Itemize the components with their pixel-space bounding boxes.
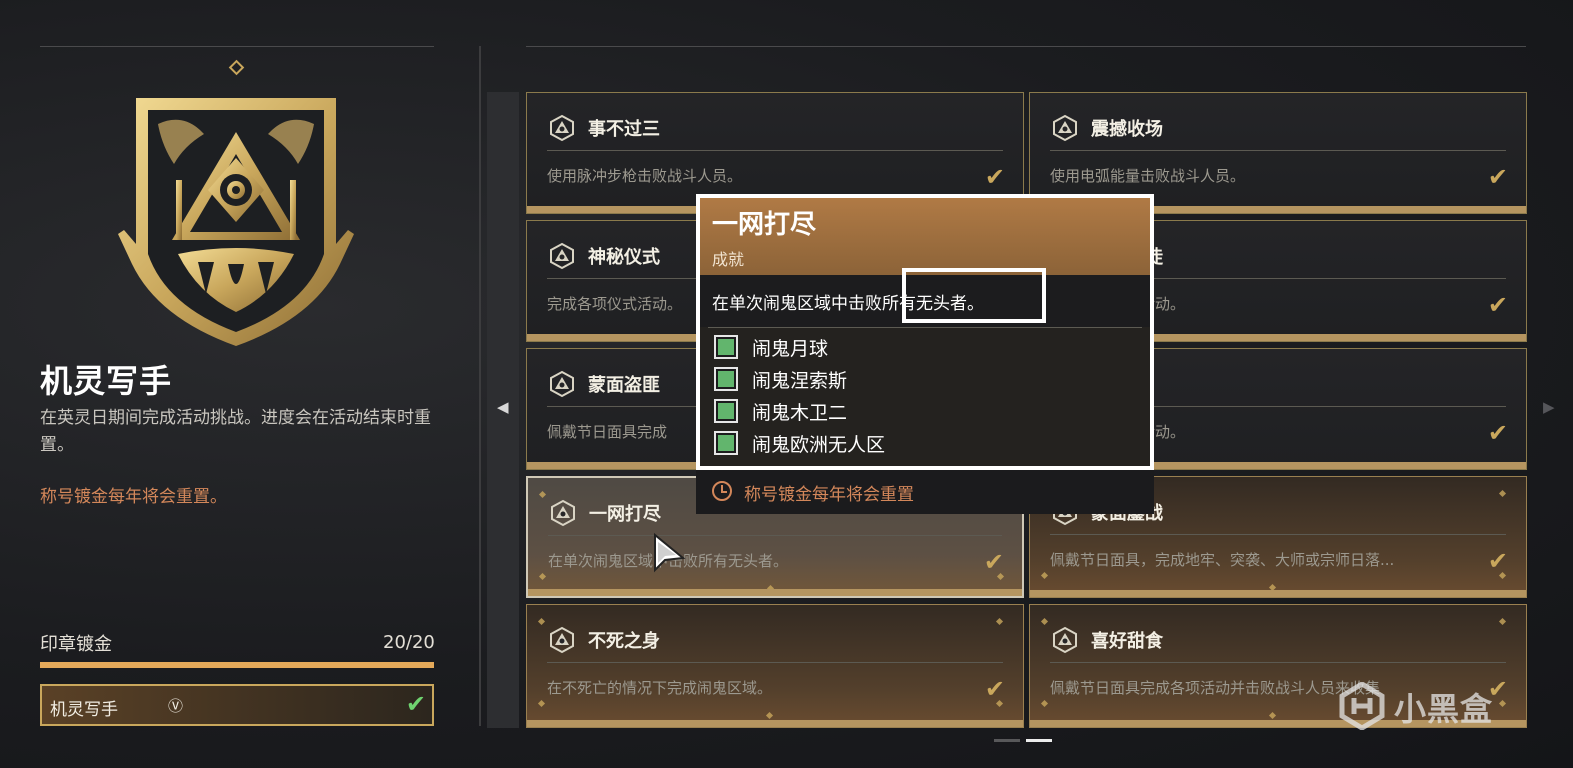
achievement-title: 不死之身 [588,631,660,652]
title-badge-icon: Ⓥ [168,697,184,715]
achievement-icon [548,626,576,654]
card-ornament-dot [1498,489,1507,498]
achievement-title: 一网打尽 [589,504,661,525]
card-ornament-dot [765,711,774,720]
panel-divider [479,46,481,726]
achievement-title: 震撼收场 [1091,119,1163,140]
card-ornament-dot [766,584,775,593]
card-ornament-dot [537,617,546,626]
card-divider [547,150,1003,151]
tooltip-footer: 称号镀金每年将会重置 [696,470,1154,514]
card-divider [1050,662,1506,663]
achievement-title: 蒙面盗匪 [588,375,660,396]
gilding-count: 20/20 [383,632,435,653]
achievement-icon [549,499,577,527]
completed-check-icon: ✔ [983,548,1004,576]
card-ornament-dot [1040,617,1049,626]
achievement-title: 事不过三 [588,119,660,140]
achievement-tooltip: 一网打尽 成就 在单次闹鬼区域中击败所有无头者。 闹鬼月球 闹鬼涅索斯 闹鬼木卫… [696,194,1154,514]
completed-check-icon: ✔ [1487,419,1508,447]
page-indicator-1[interactable] [994,739,1020,742]
card-ornament-dot [995,617,1004,626]
completed-check-icon: ✔ [405,690,426,718]
earned-title-box[interactable]: 机灵写手 Ⓥ ✔ [40,684,434,726]
achievement-card[interactable]: 不死之身在不死亡的情况下完成闹鬼区域。 ✔ [526,604,1024,728]
earned-title-label: 机灵写手 [50,700,118,720]
achievement-description: 使用电弧能量击败战斗人员。 [1050,167,1246,185]
achievement-icon [548,370,576,398]
tooltip-footer-text: 称号镀金每年将会重置 [744,485,914,505]
seal-emblem-icon [118,98,354,346]
achievement-icon [1051,626,1079,654]
watermark-logo-icon [1339,682,1385,730]
seal-description: 在英灵日期间完成活动挑战。进度会在活动结束时重置。 [40,408,431,455]
gilding-progress-fill [40,662,434,668]
mouse-cursor-icon [654,532,686,573]
achievement-icon [548,114,576,142]
card-ornament-dot [1040,571,1049,580]
card-divider [548,535,1002,536]
card-ornament-dot [538,490,547,499]
text-highlight-box [902,268,1046,323]
card-ornament-dot [1040,699,1049,708]
achievement-icon [548,242,576,270]
watermark-text: 小黑盒 [1394,690,1494,728]
left-panel-divider [40,46,434,47]
achievement-description: 在单次闹鬼区域中击败所有无头者。 [548,552,789,570]
completed-check-icon: ✔ [1487,547,1508,575]
completed-check-icon: ✔ [1487,291,1508,319]
clock-icon [712,481,732,501]
gilding-progress-bar [40,662,434,668]
card-divider [547,662,1003,663]
achievement-icon [1051,114,1079,142]
watermark-logo: 小黑盒 [1338,676,1528,736]
card-ornament-dot [1498,617,1507,626]
card-ornament-dot [1268,711,1277,720]
achievement-description: 在不死亡的情况下完成闹鬼区域。 [547,679,773,697]
page-indicator-2[interactable] [1026,739,1052,742]
gilding-label: 印章镀金 [40,634,112,655]
next-page-arrow-icon[interactable]: ▶ [1543,398,1555,416]
achievement-title: 神秘仪式 [588,247,660,268]
card-ornament-dot [538,572,547,581]
card-divider [1050,150,1506,151]
diamond-ornament-icon [228,59,245,76]
card-ornament-dot [537,699,546,708]
tooltip-highlight-frame [696,194,1154,470]
completed-check-icon: ✔ [984,675,1005,703]
prev-page-arrow-icon[interactable]: ◀ [497,398,509,416]
completed-check-icon: ✔ [1487,163,1508,191]
right-panel-divider [526,46,1526,47]
achievement-description: 佩戴节日面具，完成地牢、突袭、大师或宗师日落... [1050,551,1395,569]
achievement-description: 使用脉冲步枪击败战斗人员。 [547,167,743,185]
seal-reset-note: 称号镀金每年将会重置。 [40,487,227,507]
card-ornament-dot [1268,583,1277,592]
card-divider [1050,534,1506,535]
seal-title: 机灵写手 [40,362,173,400]
completed-check-icon: ✔ [984,163,1005,191]
achievement-title: 喜好甜食 [1091,631,1163,652]
